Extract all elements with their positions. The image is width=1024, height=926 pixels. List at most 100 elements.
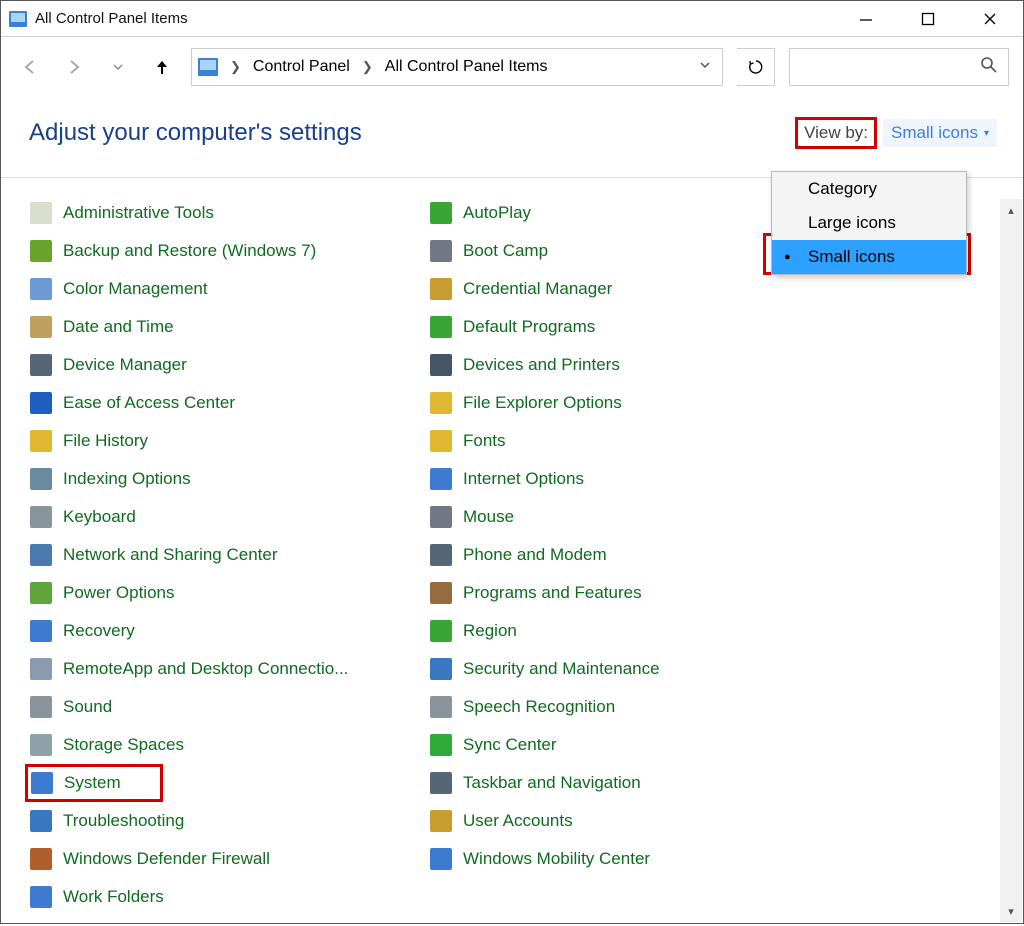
cp-item-label: Speech Recognition [463,697,615,717]
autoplay-icon [429,201,453,225]
speech-recognition-icon [429,695,453,719]
scroll-up-button[interactable]: ▴ [1000,199,1022,221]
cp-item-sound[interactable]: Sound [29,688,399,726]
breadcrumb-separator-icon[interactable]: ❯ [228,59,243,75]
cp-item-indexing-options[interactable]: Indexing Options [29,460,399,498]
breadcrumb-separator-icon[interactable]: ❯ [360,59,375,75]
recent-dropdown-button[interactable] [103,52,133,82]
cp-item-phone-and-modem[interactable]: Phone and Modem [429,536,799,574]
date-and-time-icon [29,315,53,339]
search-box[interactable] [789,48,1009,86]
remoteapp-and-desktop-connectio-icon [29,657,53,681]
window-controls [835,1,1021,36]
view-option-small-icons[interactable]: Small icons [772,240,966,274]
cp-item-autoplay[interactable]: AutoPlay [429,194,799,232]
view-option-large-icons[interactable]: Large icons [772,206,966,240]
troubleshooting-icon [29,809,53,833]
cp-item-label: Power Options [63,583,175,603]
cp-item-windows-mobility-center[interactable]: Windows Mobility Center [429,840,799,878]
cp-item-speech-recognition[interactable]: Speech Recognition [429,688,799,726]
forward-button[interactable] [59,52,89,82]
refresh-button[interactable] [737,48,775,86]
control-panel-icon [9,11,27,27]
address-dropdown-button[interactable] [694,58,716,77]
cp-item-work-folders[interactable]: Work Folders [29,878,399,916]
cp-item-credential-manager[interactable]: Credential Manager [429,270,799,308]
cp-item-fonts[interactable]: Fonts [429,422,799,460]
cp-item-security-and-maintenance[interactable]: Security and Maintenance [429,650,799,688]
address-bar[interactable]: ❯ Control Panel ❯ All Control Panel Item… [191,48,723,86]
cp-item-label: Storage Spaces [63,735,184,755]
cp-item-label: Administrative Tools [63,203,214,223]
title-bar: All Control Panel Items [1,1,1023,37]
maximize-button[interactable] [897,1,959,36]
cp-item-taskbar-and-navigation[interactable]: Taskbar and Navigation [429,764,799,802]
windows-defender-firewall-icon [29,847,53,871]
windows-mobility-center-icon [429,847,453,871]
view-by-menu: Category Large icons Small icons [771,171,967,275]
ease-of-access-center-icon [29,391,53,415]
view-option-category[interactable]: Category [772,172,966,206]
cp-item-ease-of-access-center[interactable]: Ease of Access Center [29,384,399,422]
cp-item-internet-options[interactable]: Internet Options [429,460,799,498]
cp-item-label: Internet Options [463,469,584,489]
cp-item-label: Keyboard [63,507,136,527]
up-button[interactable] [147,52,177,82]
cp-item-file-explorer-options[interactable]: File Explorer Options [429,384,799,422]
cp-item-device-manager[interactable]: Device Manager [29,346,399,384]
internet-options-icon [429,467,453,491]
cp-item-color-management[interactable]: Color Management [29,270,399,308]
view-by-label: View by: [795,117,877,149]
cp-item-label: Programs and Features [463,583,642,603]
cp-item-label: Device Manager [63,355,187,375]
cp-item-label: Backup and Restore (Windows 7) [63,241,316,261]
cp-item-label: File History [63,431,148,451]
indexing-options-icon [29,467,53,491]
menu-item-label: Large icons [808,213,896,233]
cp-item-mouse[interactable]: Mouse [429,498,799,536]
breadcrumb-all-items[interactable]: All Control Panel Items [385,58,548,76]
work-folders-icon [29,885,53,909]
close-button[interactable] [959,1,1021,36]
cp-item-label: RemoteApp and Desktop Connectio... [63,659,348,679]
cp-item-label: Phone and Modem [463,545,607,565]
cp-item-label: User Accounts [463,811,573,831]
cp-item-devices-and-printers[interactable]: Devices and Printers [429,346,799,384]
cp-item-date-and-time[interactable]: Date and Time [29,308,399,346]
minimize-button[interactable] [835,1,897,36]
cp-item-label: File Explorer Options [463,393,622,413]
cp-item-power-options[interactable]: Power Options [29,574,399,612]
cp-item-default-programs[interactable]: Default Programs [429,308,799,346]
cp-item-backup-and-restore-windows-7[interactable]: Backup and Restore (Windows 7) [29,232,399,270]
search-icon [980,56,998,79]
cp-item-storage-spaces[interactable]: Storage Spaces [29,726,399,764]
menu-item-label: Small icons [808,247,895,267]
file-history-icon [29,429,53,453]
cp-item-remoteapp-and-desktop-connectio[interactable]: RemoteApp and Desktop Connectio... [29,650,399,688]
phone-and-modem-icon [429,543,453,567]
view-by-dropdown[interactable]: Small icons ▾ [883,119,997,147]
cp-item-label: Windows Mobility Center [463,849,650,869]
cp-item-programs-and-features[interactable]: Programs and Features [429,574,799,612]
cp-item-windows-defender-firewall[interactable]: Windows Defender Firewall [29,840,399,878]
breadcrumb-control-panel[interactable]: Control Panel [253,58,350,76]
cp-item-system[interactable]: System [25,764,163,802]
cp-item-recovery[interactable]: Recovery [29,612,399,650]
devices-and-printers-icon [429,353,453,377]
vertical-scrollbar[interactable]: ▴ ▾ [1000,199,1022,922]
user-accounts-icon [429,809,453,833]
cp-item-keyboard[interactable]: Keyboard [29,498,399,536]
cp-item-network-and-sharing-center[interactable]: Network and Sharing Center [29,536,399,574]
cp-item-sync-center[interactable]: Sync Center [429,726,799,764]
items-column-1: Administrative Tools Backup and Restore (… [29,194,399,916]
cp-item-user-accounts[interactable]: User Accounts [429,802,799,840]
back-button[interactable] [15,52,45,82]
cp-item-region[interactable]: Region [429,612,799,650]
cp-item-file-history[interactable]: File History [29,422,399,460]
cp-item-boot-camp[interactable]: Boot Camp [429,232,799,270]
cp-item-administrative-tools[interactable]: Administrative Tools [29,194,399,232]
sound-icon [29,695,53,719]
scroll-down-button[interactable]: ▾ [1000,900,1022,922]
cp-item-label: Taskbar and Navigation [463,773,641,793]
cp-item-troubleshooting[interactable]: Troubleshooting [29,802,399,840]
